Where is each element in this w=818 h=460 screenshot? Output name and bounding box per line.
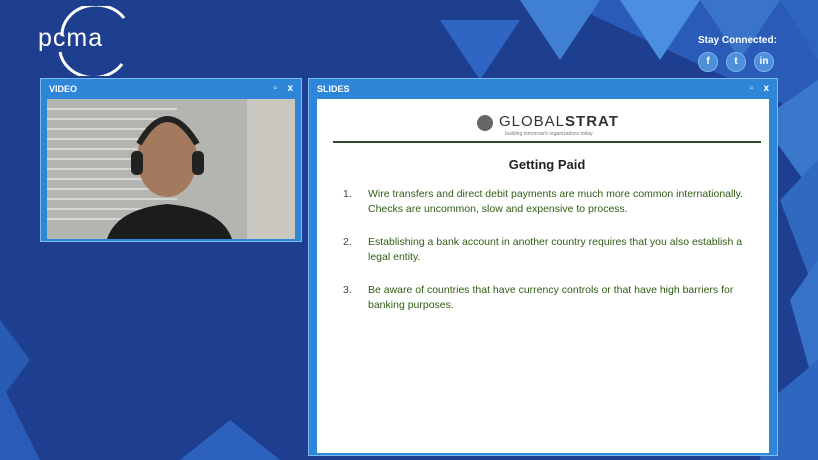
close-icon[interactable]: x — [763, 79, 769, 99]
video-panel-title: VIDEO — [49, 84, 78, 94]
restore-icon[interactable]: ▫ — [273, 79, 277, 99]
video-feed[interactable] — [47, 99, 295, 239]
pcma-logo[interactable]: pcma — [38, 6, 128, 76]
item-number: 2. — [343, 236, 352, 248]
logo-text: pcma — [38, 24, 104, 52]
slides-panel-header[interactable]: SLIDES ▫ x — [309, 79, 777, 99]
globalstrat-logo: GLOBALSTRAT building tomorrow's organiza… — [477, 113, 618, 143]
company-name: GLOBALSTRAT — [499, 113, 619, 130]
header-divider — [333, 141, 761, 143]
linkedin-icon[interactable]: in — [754, 52, 774, 72]
company-tagline: building tomorrow's organizations today — [505, 131, 593, 137]
video-panel: VIDEO ▫ x — [40, 78, 302, 242]
item-number: 3. — [343, 284, 352, 296]
slide-title: Getting Paid — [508, 157, 586, 172]
slide-content: GLOBALSTRAT building tomorrow's organiza… — [317, 99, 769, 453]
item-number: 1. — [343, 188, 352, 200]
facebook-icon[interactable]: f — [698, 52, 718, 72]
close-icon[interactable]: x — [287, 79, 293, 99]
slides-panel-title: SLIDES — [317, 84, 350, 94]
company-name-bold: STRAT — [565, 113, 619, 130]
video-panel-header[interactable]: VIDEO ▫ x — [41, 79, 301, 99]
twitter-icon[interactable]: t — [726, 52, 746, 72]
globe-icon — [477, 115, 493, 131]
company-name-light: GLOBAL — [499, 113, 566, 130]
stay-connected-label: Stay Connected: — [698, 35, 777, 46]
item-text: Wire transfers and direct debit payments… — [368, 188, 744, 215]
item-text: Be aware of countries that have currency… — [368, 284, 734, 311]
restore-icon[interactable]: ▫ — [749, 79, 753, 99]
item-text: Establishing a bank account in another c… — [368, 236, 743, 263]
slides-panel: SLIDES ▫ x GLOBALSTRAT building tomorrow… — [308, 78, 778, 456]
video-frame-image — [47, 99, 295, 239]
